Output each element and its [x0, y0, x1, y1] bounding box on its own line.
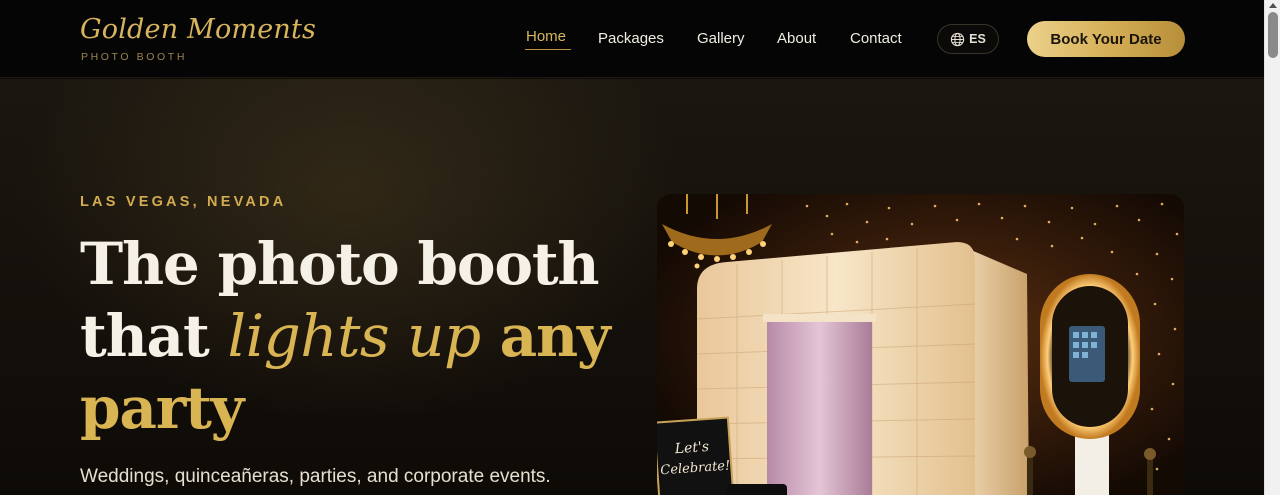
nav-about[interactable]: About — [777, 30, 816, 47]
nav-home[interactable]: Home — [526, 28, 566, 45]
globe-icon — [950, 32, 965, 47]
headline-party: party — [80, 374, 244, 442]
nav-active-underline — [525, 49, 571, 50]
hero-photo: Let's Celebrate! — [657, 194, 1184, 495]
headline-script: lights up — [227, 302, 482, 370]
language-label: ES — [969, 32, 986, 46]
logo-subtitle: PHOTO BOOTH — [81, 51, 187, 63]
book-your-date-button[interactable]: Book Your Date — [1027, 21, 1185, 57]
logo-title[interactable]: Golden Moments — [80, 14, 316, 45]
nav-gallery[interactable]: Gallery — [697, 30, 745, 47]
language-toggle-button[interactable]: ES — [937, 24, 999, 54]
celebrate-sign: Let's Celebrate! — [657, 416, 736, 495]
site-header: Golden Moments PHOTO BOOTH Home Packages… — [0, 0, 1264, 78]
scroll-thumb[interactable] — [1268, 12, 1278, 58]
page-scrollbar[interactable] — [1264, 0, 1280, 495]
nav-packages[interactable]: Packages — [598, 30, 664, 47]
hero-location: LAS VEGAS, NEVADA — [80, 194, 287, 210]
scroll-up-arrow-icon[interactable] — [1269, 3, 1277, 8]
headline-line1: The photo booth — [80, 230, 600, 298]
headline-that: that — [80, 302, 210, 370]
hero-headline: The photo booth that lights up any party — [80, 228, 640, 444]
hero-tagline: Weddings, quinceañeras, parties, and cor… — [80, 466, 551, 487]
sign-line1: Let's — [673, 439, 709, 457]
headline-any: any — [499, 302, 611, 370]
nav-contact[interactable]: Contact — [850, 30, 902, 47]
